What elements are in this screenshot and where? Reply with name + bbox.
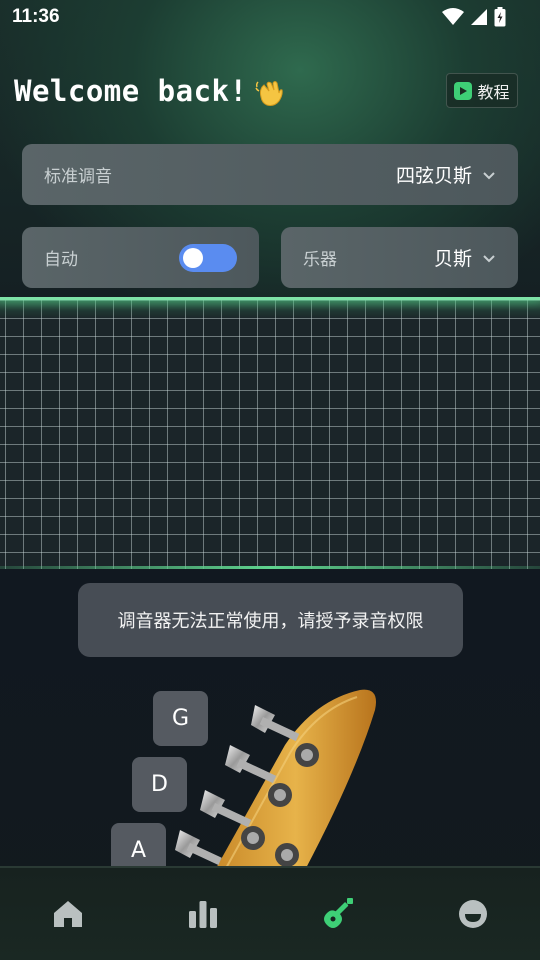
profile-icon — [458, 900, 487, 928]
waving-hand-icon — [255, 81, 284, 106]
status-bar: 11:36 — [0, 0, 540, 36]
grid-top-line — [0, 297, 540, 300]
auto-toggle[interactable] — [179, 243, 237, 272]
tutorial-button[interactable]: 教程 — [446, 73, 518, 108]
welcome-text: Welcome back! — [14, 74, 248, 108]
chevron-down-icon — [483, 171, 495, 179]
chevron-down-icon — [483, 254, 495, 262]
instrument-selector[interactable]: 乐器 贝斯 — [281, 227, 518, 288]
string-button-d[interactable]: D — [132, 757, 187, 812]
status-icons — [442, 7, 506, 27]
grid-bottom-line — [0, 566, 540, 569]
string-note-label: D — [151, 772, 168, 797]
nav-home[interactable] — [28, 884, 108, 944]
instrument-value: 贝斯 — [433, 248, 472, 270]
tutorial-label: 教程 — [477, 82, 510, 102]
tuning-selector[interactable]: 标准调音 四弦贝斯 — [22, 144, 518, 205]
tuning-label: 标准调音 — [44, 167, 112, 187]
home-icon — [53, 901, 82, 927]
permission-toast: 调音器无法正常使用，请授予录音权限 — [78, 583, 463, 657]
nav-stats[interactable] — [163, 884, 243, 944]
wifi-icon — [442, 8, 464, 25]
tuning-value: 四弦贝斯 — [395, 165, 472, 187]
signal-icon — [471, 9, 487, 25]
auto-label: 自动 — [44, 250, 78, 270]
nav-tuner[interactable] — [298, 884, 378, 944]
grid-glow — [0, 297, 540, 319]
battery-icon — [494, 7, 506, 27]
play-icon — [454, 81, 473, 100]
instrument-value-group: 贝斯 — [434, 244, 496, 271]
tuning-value-group: 四弦贝斯 — [396, 161, 496, 188]
status-time: 11:36 — [12, 6, 60, 27]
bottom-navigation — [0, 866, 540, 960]
chart-icon — [188, 901, 217, 928]
string-note-label: G — [171, 706, 190, 731]
auto-mode-card: 自动 — [22, 227, 259, 288]
nav-profile[interactable] — [433, 884, 513, 944]
toggle-knob — [183, 247, 203, 268]
string-button-g[interactable]: G — [153, 691, 208, 746]
instrument-label: 乐器 — [303, 250, 337, 270]
guitar-icon — [323, 898, 353, 928]
toast-message: 调音器无法正常使用，请授予录音权限 — [117, 611, 424, 632]
welcome-heading: Welcome back! — [14, 74, 285, 108]
string-note-label: A — [130, 838, 147, 863]
tuner-display-grid — [0, 297, 540, 569]
